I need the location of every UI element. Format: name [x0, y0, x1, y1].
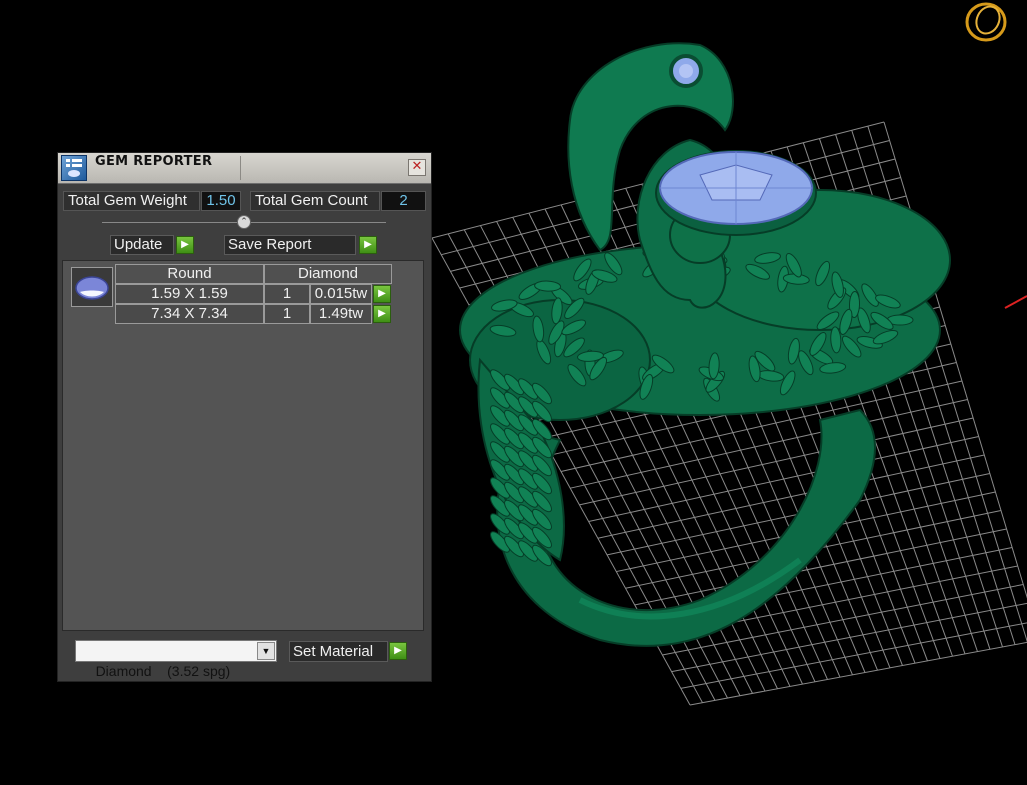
total-gem-count-value: 2	[381, 191, 426, 211]
title-bar[interactable]: GEM REPORTER ✕	[58, 153, 431, 184]
set-material-arrow-icon[interactable]: ▶	[389, 642, 407, 660]
gem-small[interactable]	[669, 54, 703, 88]
material-select-value: Diamond (3.52 spg)	[95, 663, 231, 679]
row-1-arrow-icon[interactable]: ▶	[373, 285, 391, 303]
row-1-size[interactable]: 1.59 X 1.59	[115, 284, 264, 304]
title-divider	[240, 156, 241, 180]
update-arrow-icon[interactable]: ▶	[176, 236, 194, 254]
set-material-button[interactable]: Set Material	[289, 641, 388, 662]
ring-logo-icon[interactable]	[963, 0, 1011, 44]
table-header-material: Diamond	[264, 264, 392, 284]
save-report-arrow-icon[interactable]: ▶	[359, 236, 377, 254]
row-2-qty[interactable]: 1	[264, 304, 310, 324]
row-1-weight[interactable]: 0.015tw	[310, 284, 372, 304]
table-header-shape: Round	[115, 264, 264, 284]
close-icon[interactable]: ✕	[408, 159, 426, 176]
row-2-arrow-icon[interactable]: ▶	[373, 305, 391, 323]
panel-title: GEM REPORTER	[95, 154, 213, 169]
gem-icon	[71, 267, 113, 307]
save-report-button[interactable]: Save Report	[224, 235, 356, 255]
gem-reporter-panel: GEM REPORTER ✕ Total Gem Weight 1.50 Tot…	[57, 152, 432, 682]
update-button[interactable]: Update	[110, 235, 174, 255]
total-gem-weight-value: 1.50	[201, 191, 241, 211]
chevron-down-icon[interactable]: ▼	[257, 642, 275, 660]
slider-knob[interactable]: ⌃	[237, 215, 251, 229]
x-axis-line	[1004, 295, 1027, 309]
gem-large[interactable]	[659, 151, 813, 225]
gem-list[interactable]: Round Diamond 1.59 X 1.59 1 0.015tw ▶ 7.…	[62, 260, 424, 631]
total-gem-count-label: Total Gem Count	[250, 191, 380, 211]
material-select[interactable]: Diamond (3.52 spg) ▼	[75, 640, 277, 679]
row-2-size[interactable]: 7.34 X 7.34	[115, 304, 264, 324]
gem-reporter-app-icon	[61, 155, 87, 181]
row-1-qty[interactable]: 1	[264, 284, 310, 304]
row-2-weight[interactable]: 1.49tw	[310, 304, 372, 324]
total-gem-weight-label: Total Gem Weight	[63, 191, 200, 211]
